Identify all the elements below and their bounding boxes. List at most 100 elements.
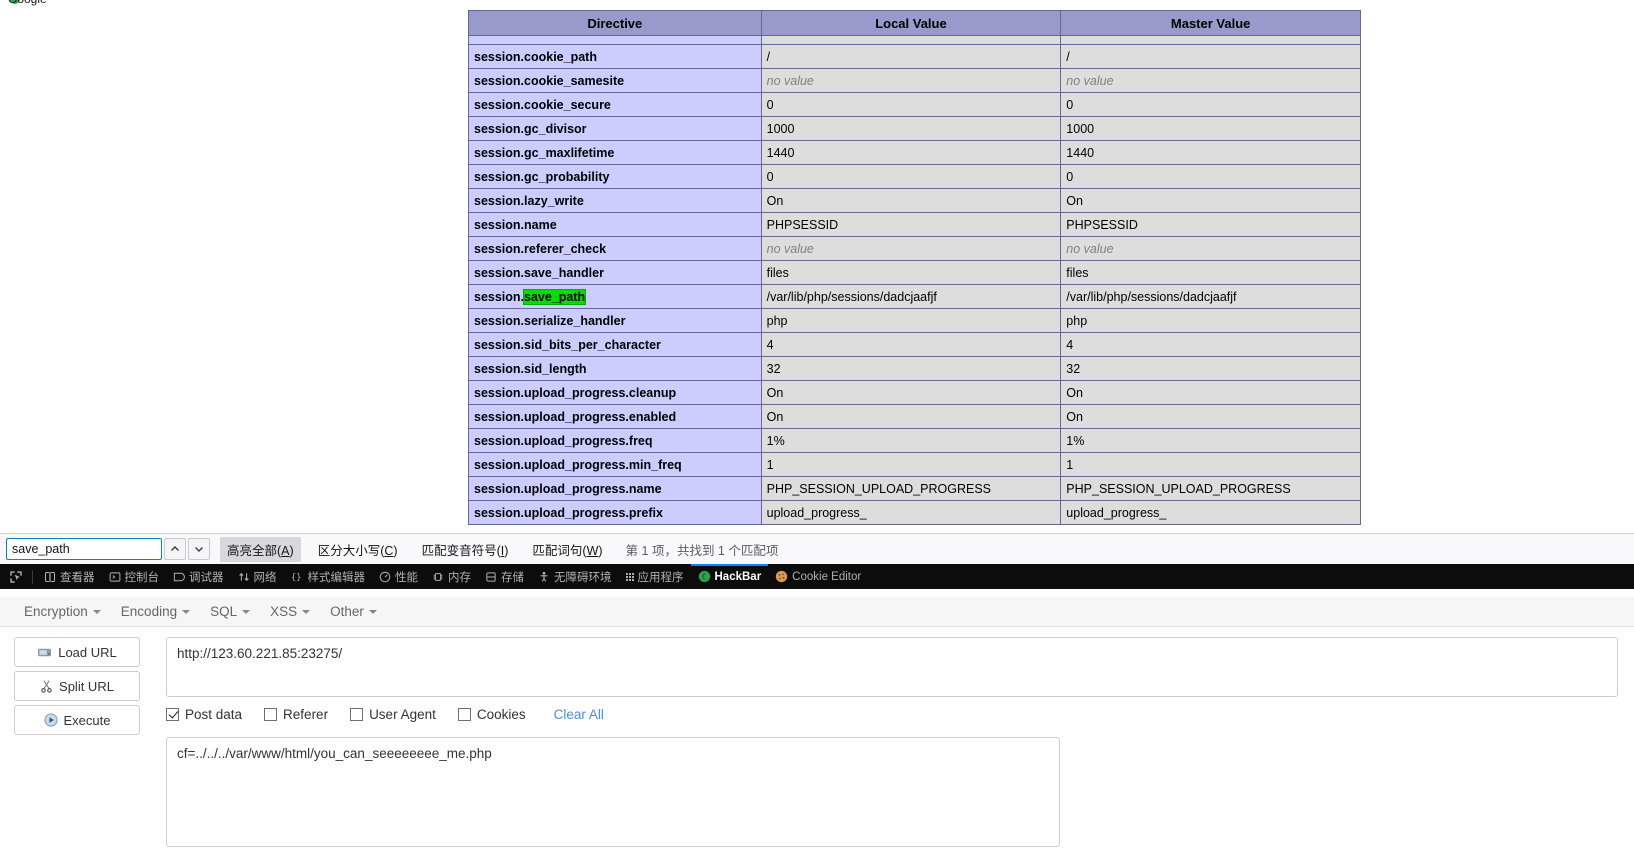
element-picker-icon[interactable] (4, 566, 28, 588)
devtools-tab-hackbar[interactable]: HackBar (690, 564, 769, 589)
table-row: session.save_handler files files (468, 260, 1361, 285)
local-value-cell: / (760, 44, 1062, 69)
hackbar-options-row: Post data Referer User Agent Cookies Clear A… (166, 707, 604, 722)
play-icon (43, 713, 58, 727)
hackbar-menu-encoding[interactable]: Encoding (111, 601, 200, 622)
devtools-tab-label: 控制台 (124, 571, 160, 584)
table-body: session.cookie_path / / session.cookie_same… (468, 35, 1361, 525)
find-input[interactable] (6, 538, 162, 560)
directive-cell (468, 35, 762, 45)
post-data-input[interactable] (166, 737, 1060, 847)
network-icon (238, 571, 250, 583)
checkbox-referer[interactable]: Referer (264, 707, 328, 722)
table-row: session.sid_length 32 32 (468, 356, 1361, 381)
directive-cell: session.save_handler (468, 260, 762, 285)
execute-button[interactable]: Execute (14, 705, 140, 735)
master-value-cell: 0 (1060, 164, 1361, 189)
find-whole-words-button[interactable]: 匹配词句(W) (525, 537, 609, 562)
local-value-cell: 32 (760, 356, 1062, 381)
table-row: session.gc_maxlifetime 1440 1440 (468, 140, 1361, 165)
hackbar-icon (698, 570, 711, 583)
svg-text:{}: {} (291, 572, 301, 582)
local-value-cell: On (760, 380, 1062, 405)
directive-cell: session.upload_progress.freq (468, 428, 762, 453)
devtools-tab-无障碍环境[interactable]: 无障碍环境 (531, 564, 619, 589)
local-value-cell: On (760, 188, 1062, 213)
checkbox-box[interactable] (457, 708, 471, 721)
devtools-tab-label: 查看器 (60, 571, 95, 584)
no-value-label: no value (766, 241, 814, 256)
directive-cell: session.sid_length (468, 356, 762, 381)
chevron-down-icon (195, 547, 203, 552)
devtools-tab-控制台[interactable]: 控制台 (102, 564, 167, 589)
table-head: Directive Local Value Master Value (468, 10, 1361, 36)
devtools-tab-查看器[interactable]: 查看器 (37, 564, 102, 589)
devtools-tab-label: 网络 (253, 571, 277, 584)
clear-all-link[interactable]: Clear All (554, 707, 604, 722)
tab-title[interactable]: Google (8, 0, 47, 6)
hackbar-menu-sql[interactable]: SQL (200, 601, 260, 622)
local-value-cell: php (760, 308, 1062, 333)
master-value-cell: 4 (1060, 332, 1361, 357)
hackbar-menu-other[interactable]: Other (320, 601, 387, 622)
split-url-button[interactable]: Split URL (14, 671, 140, 701)
master-value-cell: files (1060, 260, 1361, 285)
master-value-cell: 0 (1060, 92, 1361, 117)
master-value-cell: /var/lib/php/sessions/dadcjaafjf (1060, 284, 1361, 309)
checkbox-box[interactable] (350, 708, 364, 721)
checkbox-box[interactable] (166, 708, 179, 721)
devtools-tab-网络[interactable]: 网络 (231, 564, 284, 589)
directive-cell: session.upload_progress.prefix (468, 500, 762, 525)
checkbox-user-agent[interactable]: User Agent (350, 707, 436, 722)
devtools-toolbar: 查看器 控制台 调试器 网络 {} 样式编辑器 性能 内存 存储 无障碍环境 应用程序 HackBar… (0, 564, 1634, 589)
checkbox-box[interactable] (264, 708, 278, 721)
no-value-label: no value (766, 73, 814, 88)
table-row: session.upload_progress.freq 1% 1% (468, 428, 1361, 453)
hackbar-panel: Encryption Encoding SQL XSS Other Load URL S… (0, 589, 1634, 862)
hackbar-menu-encryption[interactable]: Encryption (14, 601, 111, 622)
page-content-area: Google Directive Local Value Master Valu… (0, 0, 1634, 533)
devtools-tab-应用程序[interactable]: 应用程序 (619, 564, 691, 589)
find-next-button[interactable] (188, 538, 210, 560)
debugger-icon (173, 571, 185, 583)
local-value-cell: 4 (760, 332, 1062, 357)
master-value-cell: 1% (1060, 428, 1361, 453)
master-value-cell: 1000 (1060, 116, 1361, 141)
findbar: 高亮全部(A) 区分大小写(C) 匹配变音符号(I) 匹配词句(W) 第 1 项… (0, 533, 1634, 564)
checkbox-cookies[interactable]: Cookies (457, 707, 526, 722)
chevron-up-icon (171, 546, 179, 551)
tab-strip: Google (0, 0, 1634, 6)
devtools-tab-存储[interactable]: 存储 (478, 564, 531, 589)
console-icon (109, 571, 121, 583)
devtools-tab-cookie-editor[interactable]: Cookie Editor (768, 564, 868, 589)
devtools-tab-调试器[interactable]: 调试器 (166, 564, 231, 589)
find-highlight-all-button[interactable]: 高亮全部(A) (220, 536, 301, 562)
devtools-tab-内存[interactable]: 内存 (425, 564, 478, 589)
table-row: session.cookie_samesite no value no value (468, 68, 1361, 93)
browser-window: Google Directive Local Value Master Valu… (0, 0, 1634, 862)
master-value-cell: no value (1060, 236, 1361, 261)
checkbox-post-data[interactable]: Post data (166, 707, 242, 722)
table-row: session.serialize_handler php php (468, 308, 1361, 333)
memory-icon (432, 571, 444, 583)
find-match-diacritics-button[interactable]: 匹配变音符号(I) (415, 537, 516, 562)
devtools-tab-样式编辑器[interactable]: {} 样式编辑器 (284, 564, 373, 589)
find-previous-button[interactable] (164, 538, 186, 560)
table-row: session.lazy_write On On (468, 188, 1361, 213)
url-input[interactable] (166, 637, 1618, 697)
table-row: session.gc_divisor 1000 1000 (468, 116, 1361, 141)
master-value-cell: On (1060, 404, 1361, 429)
execute-label: Execute (63, 712, 111, 728)
chevron-down-icon (242, 609, 251, 614)
devtools-tab-label: Cookie Editor (792, 570, 862, 583)
find-match-case-button[interactable]: 区分大小写(C) (311, 537, 405, 562)
search-match-highlight: save_path (523, 288, 587, 305)
directive-cell: session.lazy_write (468, 188, 762, 213)
hackbar-menu-xss[interactable]: XSS (260, 601, 320, 622)
devtools-tab-性能[interactable]: 性能 (372, 564, 425, 589)
table-row: session.referer_check no value no value (468, 236, 1361, 261)
directive-cell: session.serialize_handler (468, 308, 762, 333)
hackbar-action-buttons: Load URL Split URL Execute (14, 637, 154, 739)
performance-icon (379, 571, 391, 583)
load-url-button[interactable]: Load URL (14, 637, 140, 667)
